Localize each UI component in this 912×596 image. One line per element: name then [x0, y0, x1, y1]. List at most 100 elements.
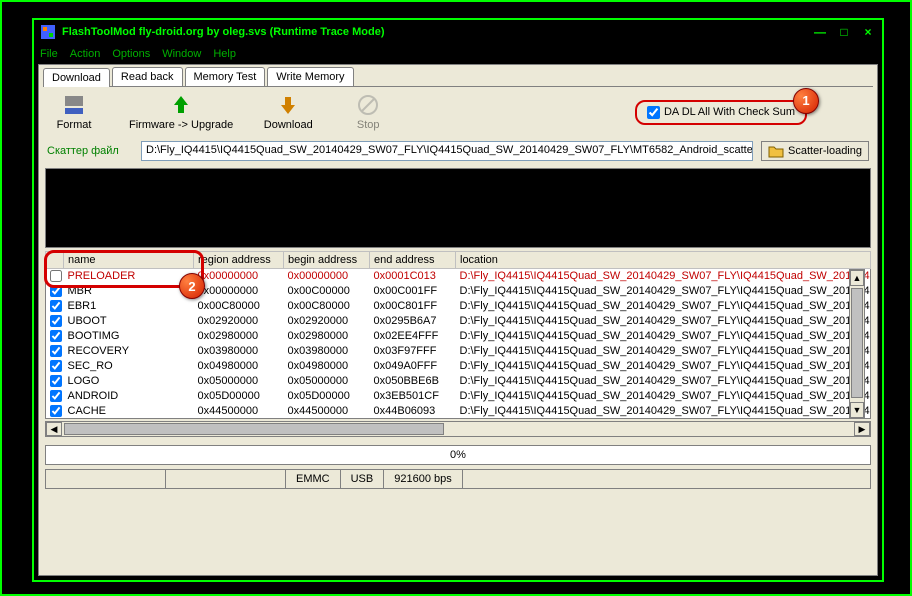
- menu-action[interactable]: Action: [70, 48, 101, 60]
- menubar: File Action Options Window Help: [34, 44, 882, 64]
- stop-button[interactable]: Stop: [343, 93, 393, 131]
- table-row[interactable]: SEC_RO0x049800000x049800000x049A0FFFD:\F…: [46, 359, 871, 374]
- toolbar: Format Firmware -> Upgrade Download Stop…: [39, 87, 877, 137]
- table-row[interactable]: CACHE0x445000000x445000000x44B06093D:\Fl…: [46, 404, 871, 419]
- scroll-thumb-v[interactable]: [851, 288, 863, 398]
- menu-help[interactable]: Help: [213, 48, 236, 60]
- cell-region: 0x02980000: [194, 329, 284, 344]
- scroll-up-icon[interactable]: ▲: [850, 270, 864, 286]
- cell-region: 0x00000000: [194, 284, 284, 299]
- row-checkbox[interactable]: [50, 390, 62, 402]
- cell-name: BOOTIMG: [64, 329, 194, 344]
- cell-region: 0x02920000: [194, 314, 284, 329]
- table-row[interactable]: UBOOT0x029200000x029200000x0295B6A7D:\Fl…: [46, 314, 871, 329]
- cell-location: D:\Fly_IQ4415\IQ4415Quad_SW_20140429_SW0…: [456, 329, 871, 344]
- scatter-label: Скаттер файл: [47, 145, 133, 157]
- tab-readback[interactable]: Read back: [112, 67, 183, 86]
- cell-end: 0x03F97FFF: [370, 344, 456, 359]
- cell-region: 0x03980000: [194, 344, 284, 359]
- partition-table-wrap: 2 name region address begin address end: [45, 251, 871, 419]
- cell-region: 0x00000000: [194, 269, 284, 284]
- scatter-row: Скаттер файл D:\Fly_IQ4415\IQ4415Quad_SW…: [39, 137, 877, 165]
- firmware-upgrade-icon: [169, 93, 193, 117]
- format-label: Format: [57, 119, 92, 131]
- cell-location: D:\Fly_IQ4415\IQ4415Quad_SW_20140429_SW0…: [456, 314, 871, 329]
- progress-bar: 0%: [45, 445, 871, 465]
- tab-writemem[interactable]: Write Memory: [267, 67, 353, 86]
- status-cell-blank3: [463, 470, 870, 488]
- row-checkbox[interactable]: [50, 360, 62, 372]
- row-checkbox[interactable]: [50, 405, 62, 417]
- format-icon: [62, 93, 86, 117]
- maximize-button[interactable]: □: [836, 25, 852, 39]
- callout-badge-2: 2: [179, 273, 205, 299]
- cell-name: MBR: [64, 284, 194, 299]
- stop-label: Stop: [357, 119, 380, 131]
- scroll-thumb-h[interactable]: [64, 423, 444, 435]
- table-row[interactable]: EBR10x00C800000x00C800000x00C801FFD:\Fly…: [46, 299, 871, 314]
- row-checkbox[interactable]: [50, 330, 62, 342]
- callout-badge-1: 1: [793, 88, 819, 114]
- cell-begin: 0x03980000: [284, 344, 370, 359]
- cell-location: D:\Fly_IQ4415\IQ4415Quad_SW_20140429_SW0…: [456, 389, 871, 404]
- menu-options[interactable]: Options: [112, 48, 150, 60]
- table-row[interactable]: LOGO0x050000000x050000000x050BBE6BD:\Fly…: [46, 374, 871, 389]
- firmware-upgrade-button[interactable]: Firmware -> Upgrade: [129, 93, 233, 131]
- cell-location: D:\Fly_IQ4415\IQ4415Quad_SW_20140429_SW0…: [456, 404, 871, 419]
- cell-end: 0x02EE4FFF: [370, 329, 456, 344]
- tab-download[interactable]: Download: [43, 68, 110, 87]
- table-row[interactable]: ANDROID0x05D000000x05D000000x3EB501CFD:\…: [46, 389, 871, 404]
- cell-location: D:\Fly_IQ4415\IQ4415Quad_SW_20140429_SW0…: [456, 359, 871, 374]
- row-checkbox[interactable]: [50, 300, 62, 312]
- table-row[interactable]: MBR0x000000000x00C000000x00C001FFD:\Fly_…: [46, 284, 871, 299]
- tab-memtest[interactable]: Memory Test: [185, 67, 266, 86]
- scroll-left-icon[interactable]: ◀: [46, 422, 62, 436]
- col-header-location[interactable]: location: [456, 252, 871, 269]
- cell-region: 0x00C80000: [194, 299, 284, 314]
- col-header-name[interactable]: name: [64, 252, 194, 269]
- menu-window[interactable]: Window: [162, 48, 201, 60]
- checksum-label: DA DL All With Check Sum: [664, 106, 795, 118]
- cell-location: D:\Fly_IQ4415\IQ4415Quad_SW_20140429_SW0…: [456, 299, 871, 314]
- cell-end: 0x44B06093: [370, 404, 456, 419]
- minimize-button[interactable]: —: [812, 25, 828, 39]
- cell-name: PRELOADER: [64, 269, 194, 284]
- cell-name: EBR1: [64, 299, 194, 314]
- table-row[interactable]: RECOVERY0x039800000x039800000x03F97FFFD:…: [46, 344, 871, 359]
- format-button[interactable]: Format: [49, 93, 99, 131]
- scatter-loading-button[interactable]: Scatter-loading: [761, 141, 869, 161]
- cell-name: RECOVERY: [64, 344, 194, 359]
- scroll-right-icon[interactable]: ▶: [854, 422, 870, 436]
- cell-region: 0x05000000: [194, 374, 284, 389]
- scroll-down-icon[interactable]: ▼: [850, 402, 864, 418]
- cell-begin: 0x05D00000: [284, 389, 370, 404]
- download-button[interactable]: Download: [263, 93, 313, 131]
- row-checkbox[interactable]: [50, 270, 62, 282]
- col-header-check[interactable]: [46, 252, 64, 269]
- cell-begin: 0x02980000: [284, 329, 370, 344]
- cell-region: 0x05D00000: [194, 389, 284, 404]
- close-button[interactable]: ×: [860, 25, 876, 39]
- vertical-scrollbar[interactable]: ▲ ▼: [849, 269, 865, 419]
- row-checkbox[interactable]: [50, 315, 62, 327]
- checksum-checkbox[interactable]: [647, 106, 660, 119]
- col-header-begin[interactable]: begin address: [284, 252, 370, 269]
- window-title: FlashToolMod fly-droid.org by oleg.svs (…: [62, 26, 812, 38]
- app-window: FlashToolMod fly-droid.org by oleg.svs (…: [32, 18, 884, 582]
- col-header-region[interactable]: region address: [194, 252, 284, 269]
- row-checkbox[interactable]: [50, 375, 62, 387]
- cell-name: CACHE: [64, 404, 194, 419]
- row-checkbox[interactable]: [50, 285, 62, 297]
- col-header-end[interactable]: end address: [370, 252, 456, 269]
- table-row[interactable]: PRELOADER0x000000000x000000000x0001C013D…: [46, 269, 871, 284]
- horizontal-scrollbar[interactable]: ◀ ▶: [45, 421, 871, 437]
- cell-end: 0x00C801FF: [370, 299, 456, 314]
- table-row[interactable]: BOOTIMG0x029800000x029800000x02EE4FFFD:\…: [46, 329, 871, 344]
- row-checkbox[interactable]: [50, 345, 62, 357]
- scatter-path-input[interactable]: D:\Fly_IQ4415\IQ4415Quad_SW_20140429_SW0…: [141, 141, 753, 161]
- cell-location: D:\Fly_IQ4415\IQ4415Quad_SW_20140429_SW0…: [456, 269, 871, 284]
- cell-begin: 0x02920000: [284, 314, 370, 329]
- status-emmc: EMMC: [286, 470, 341, 488]
- menu-file[interactable]: File: [40, 48, 58, 60]
- folder-icon: [768, 144, 784, 158]
